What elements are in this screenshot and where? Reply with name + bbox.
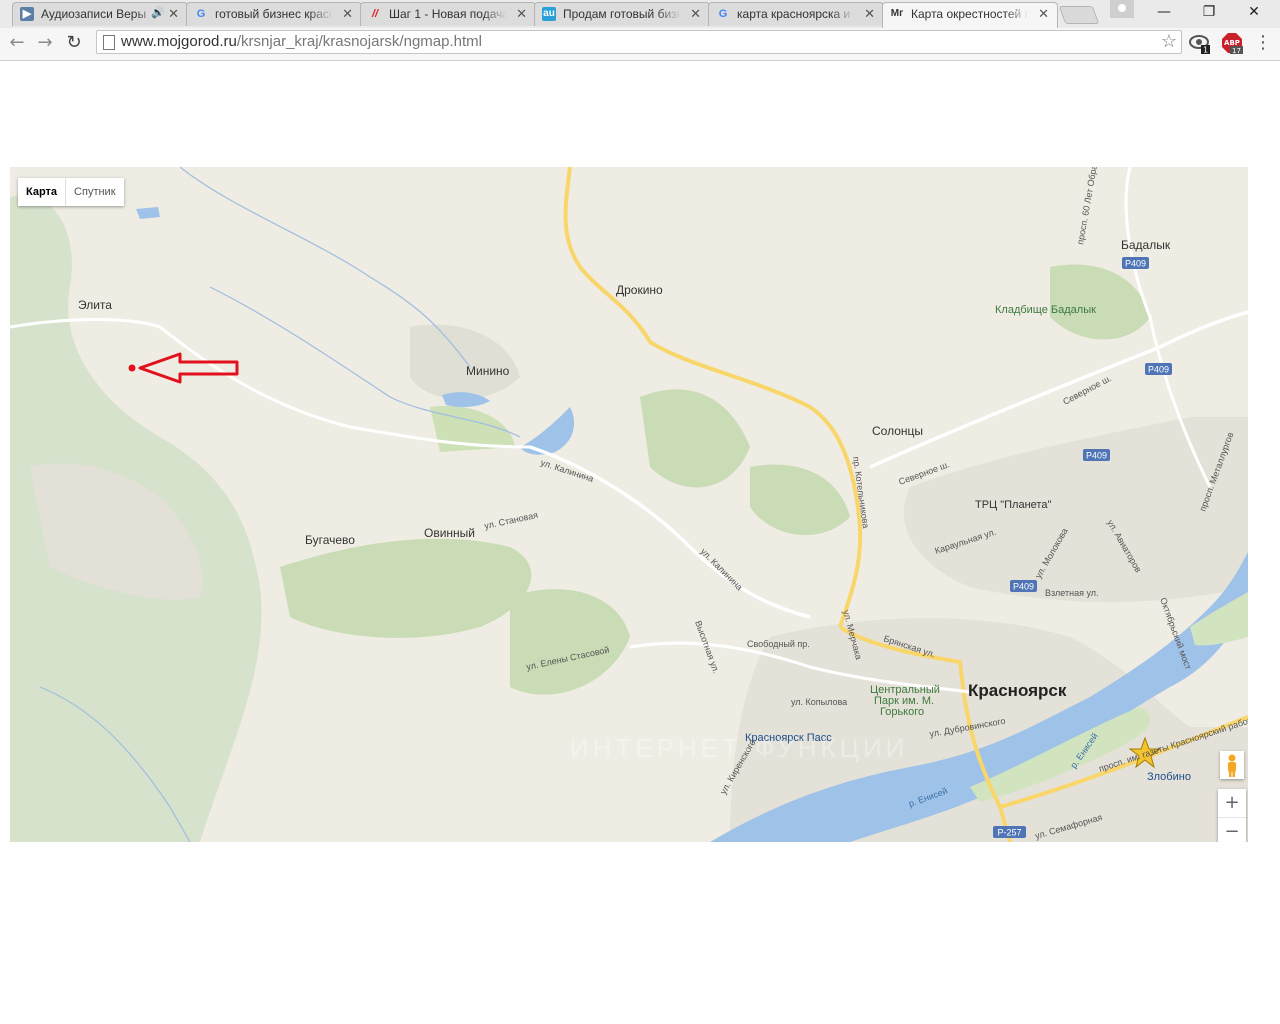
place-label-krasnoyarsk: Красноярск bbox=[968, 681, 1067, 700]
tab-business-search[interactable]: G готовый бизнес красноярск ✕ bbox=[186, 2, 362, 26]
map-canvas[interactable]: P409 P409 P409 P409 P-257 Элита Минино Д… bbox=[10, 167, 1248, 842]
back-button[interactable]: ← bbox=[6, 32, 28, 54]
mg-icon: Мг bbox=[890, 8, 904, 19]
tab-title: Аудиозаписи Веры bbox=[41, 7, 159, 21]
place-label-solontsy: Солонцы bbox=[872, 424, 923, 438]
svg-text:P409: P409 bbox=[1148, 365, 1169, 375]
svg-text:P409: P409 bbox=[1086, 451, 1107, 461]
place-label-badalyk-cemetery: Кладбище Бадалык bbox=[995, 304, 1096, 316]
tab-close-icon[interactable]: ✕ bbox=[168, 6, 179, 22]
google-icon: G bbox=[718, 8, 728, 20]
tab-title: Продам готовый бизнес bbox=[563, 7, 681, 21]
close-window-button[interactable]: ✕ bbox=[1232, 2, 1276, 22]
tab-close-icon[interactable]: ✕ bbox=[690, 6, 701, 22]
street-label-kopylova: ул. Копылова bbox=[791, 697, 847, 707]
address-bar[interactable]: www.mojgorod.ru/krsnjar_kraj/krasnojarsk… bbox=[96, 30, 1182, 54]
zoom-out-button[interactable]: − bbox=[1218, 818, 1246, 842]
tab-audio[interactable]: ▶ Аудиозаписи Веры 🔊 ✕ bbox=[12, 2, 188, 26]
menu-icon[interactable]: ⋮ bbox=[1252, 32, 1274, 54]
url-host: www.mojgorod.ru bbox=[121, 33, 237, 50]
tab-map-search[interactable]: G карта красноярска и окрестностей ✕ bbox=[708, 2, 884, 26]
tab-close-icon[interactable]: ✕ bbox=[516, 6, 527, 22]
maximize-button[interactable]: ❐ bbox=[1187, 2, 1231, 22]
zoom-control: + − bbox=[1218, 789, 1246, 842]
map[interactable]: P409 P409 P409 P409 P-257 Элита Минино Д… bbox=[10, 167, 1248, 842]
tab-title: Шаг 1 - Новая подача bbox=[389, 7, 507, 21]
lake-north-west bbox=[136, 207, 160, 219]
bookmark-star-icon[interactable]: ☆ bbox=[1161, 31, 1177, 52]
tab-avito[interactable]: // Шаг 1 - Новая подача ✕ bbox=[360, 2, 536, 26]
eye-extension-count: 1 bbox=[1203, 46, 1208, 55]
tab-map-active[interactable]: Мг Карта окрестностей г. Красноярска ✕ bbox=[882, 2, 1058, 28]
zoom-in-button[interactable]: + bbox=[1218, 789, 1246, 818]
road-badge-p409-3: P409 bbox=[1083, 449, 1110, 461]
map-type-control: Карта Спутник bbox=[18, 178, 124, 206]
map-watermark: ИНТЕРНЕТ-ФУНКЦИИ bbox=[570, 733, 908, 763]
browser-chrome: ▶ Аудиозаписи Веры 🔊 ✕ G готовый бизнес … bbox=[0, 0, 1280, 61]
place-label-planeta-mall: ТРЦ "Планета" bbox=[975, 499, 1051, 511]
location-dot bbox=[128, 364, 136, 372]
map-type-button[interactable]: Карта bbox=[18, 178, 67, 206]
au-icon: au bbox=[542, 7, 556, 21]
place-label-badalyk: Бадалык bbox=[1121, 238, 1171, 252]
adblock-label: ABP bbox=[1224, 39, 1240, 47]
forward-button[interactable]: → bbox=[34, 32, 56, 54]
street-label-svobodny: Свободный пр. bbox=[747, 639, 810, 649]
tab-strip: ▶ Аудиозаписи Веры 🔊 ✕ G готовый бизнес … bbox=[0, 0, 1280, 28]
url-text: www.mojgorod.ru/krsnjar_kraj/krasnojarsk… bbox=[121, 33, 482, 50]
adblock-count: 17 bbox=[1232, 47, 1241, 54]
speaker-icon[interactable]: 🔊 bbox=[151, 6, 165, 19]
new-tab-button[interactable] bbox=[1058, 6, 1100, 24]
tab-title: готовый бизнес красноярск bbox=[215, 7, 333, 21]
svg-text:P409: P409 bbox=[1013, 582, 1034, 592]
avito-icon: // bbox=[371, 8, 379, 20]
toolbar: ← → ↻ www.mojgorod.ru/krsnjar_kraj/krasn… bbox=[0, 28, 1280, 60]
tab-close-icon[interactable]: ✕ bbox=[342, 6, 353, 22]
street-label-vzletnaya: Взлетная ул. bbox=[1045, 588, 1099, 598]
profile-icon[interactable] bbox=[1110, 0, 1134, 18]
tab-close-icon[interactable]: ✕ bbox=[864, 6, 875, 22]
tab-title: Карта окрестностей г. Красноярска bbox=[911, 7, 1029, 21]
road-badge-p409-1: P409 bbox=[1122, 257, 1149, 269]
eye-extension-icon[interactable]: 1 bbox=[1189, 32, 1211, 55]
satellite-type-button[interactable]: Спутник bbox=[66, 178, 123, 206]
tab-close-icon[interactable]: ✕ bbox=[1038, 6, 1049, 22]
place-label-elobino: Злобино bbox=[1147, 771, 1191, 783]
page-icon bbox=[103, 35, 115, 50]
minimize-button[interactable]: — bbox=[1142, 2, 1186, 22]
svg-text:P409: P409 bbox=[1125, 259, 1146, 269]
street-view-pegman-icon[interactable] bbox=[1220, 751, 1244, 779]
place-label-drokino: Дрокино bbox=[616, 283, 663, 297]
tab-title: карта красноярска и окрестностей bbox=[737, 7, 855, 21]
svg-text:P-257: P-257 bbox=[997, 828, 1021, 838]
road-badge-p257: P-257 bbox=[993, 826, 1026, 838]
tab-sell-business[interactable]: au Продам готовый бизнес ✕ bbox=[534, 2, 710, 26]
place-label-minino: Минино bbox=[466, 364, 510, 378]
play-icon: ▶ bbox=[20, 7, 34, 21]
road-badge-p409-2: P409 bbox=[1145, 363, 1172, 375]
place-label-elita: Элита bbox=[78, 298, 112, 312]
reload-button[interactable]: ↻ bbox=[63, 32, 85, 54]
road-badge-p409-4: P409 bbox=[1010, 580, 1037, 592]
adblock-extension-icon[interactable]: ABP 17 bbox=[1221, 32, 1243, 55]
google-icon: G bbox=[196, 8, 206, 20]
place-label-ovinny: Овинный bbox=[424, 526, 475, 540]
url-path: /krsnjar_kraj/krasnojarsk/ngmap.html bbox=[236, 33, 482, 50]
place-label-bugachevo: Бугачево bbox=[305, 533, 355, 547]
